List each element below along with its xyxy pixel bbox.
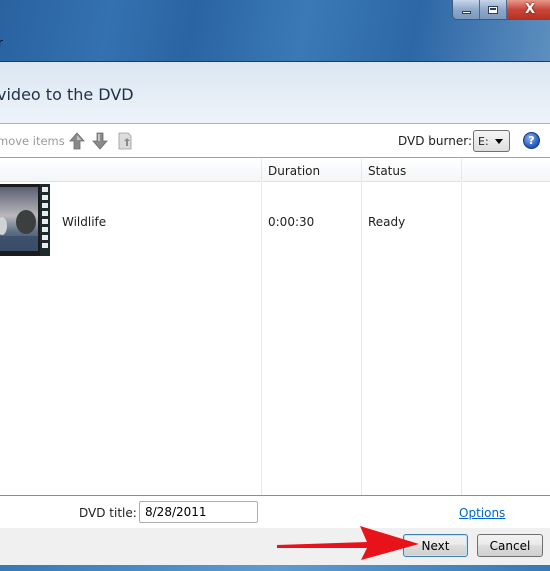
window-title: r bbox=[0, 36, 3, 50]
list-item[interactable]: Wildlife 0:00:30 Ready bbox=[0, 182, 550, 258]
item-name: Wildlife bbox=[62, 215, 107, 229]
maximize-button[interactable] bbox=[480, 0, 507, 19]
remove-items-button[interactable]: move items bbox=[0, 134, 65, 148]
toolbar: move items DVD burner: E: ? bbox=[0, 125, 550, 158]
minimize-icon bbox=[461, 11, 471, 14]
arrow-up-icon bbox=[69, 132, 85, 150]
window-titlebar[interactable]: r X bbox=[0, 0, 550, 62]
video-thumbnail bbox=[0, 184, 50, 256]
arrow-down-icon bbox=[92, 132, 108, 150]
minimize-button[interactable] bbox=[453, 0, 480, 19]
heading-band: video to the DVD bbox=[0, 62, 550, 124]
chevron-down-icon bbox=[495, 139, 503, 144]
document-up-icon bbox=[118, 132, 132, 150]
move-down-button[interactable] bbox=[91, 132, 109, 150]
dvd-burner-value: E: bbox=[478, 134, 489, 148]
list-header: Duration Status bbox=[0, 159, 550, 182]
dvd-title-label: DVD title: bbox=[79, 506, 137, 520]
move-up-button[interactable] bbox=[68, 132, 86, 150]
window-bottom-border bbox=[0, 565, 550, 571]
help-icon: ? bbox=[528, 134, 535, 147]
close-icon: X bbox=[524, 2, 536, 17]
dvd-title-row: DVD title: Options bbox=[0, 495, 550, 528]
dvd-burner-select[interactable]: E: bbox=[473, 130, 510, 152]
item-status: Ready bbox=[368, 215, 406, 229]
options-link[interactable]: Options bbox=[459, 506, 505, 520]
maximize-icon bbox=[488, 5, 498, 14]
page-heading: video to the DVD bbox=[0, 85, 134, 104]
extra-button[interactable] bbox=[116, 132, 134, 150]
dialog-footer: Next Cancel bbox=[0, 528, 550, 565]
dvd-burner-label: DVD burner: bbox=[398, 134, 472, 148]
cancel-button[interactable]: Cancel bbox=[477, 534, 543, 557]
column-header-status[interactable]: Status bbox=[368, 164, 406, 178]
next-button[interactable]: Next bbox=[403, 534, 468, 557]
close-button[interactable]: X bbox=[507, 0, 550, 19]
video-list[interactable]: Duration Status Wildlife 0:00:30 Ready bbox=[0, 159, 550, 495]
dvd-title-input[interactable] bbox=[139, 501, 258, 523]
column-header-duration[interactable]: Duration bbox=[268, 164, 320, 178]
help-button[interactable]: ? bbox=[523, 132, 540, 149]
caption-buttons: X bbox=[452, 0, 550, 20]
item-duration: 0:00:30 bbox=[268, 215, 315, 229]
